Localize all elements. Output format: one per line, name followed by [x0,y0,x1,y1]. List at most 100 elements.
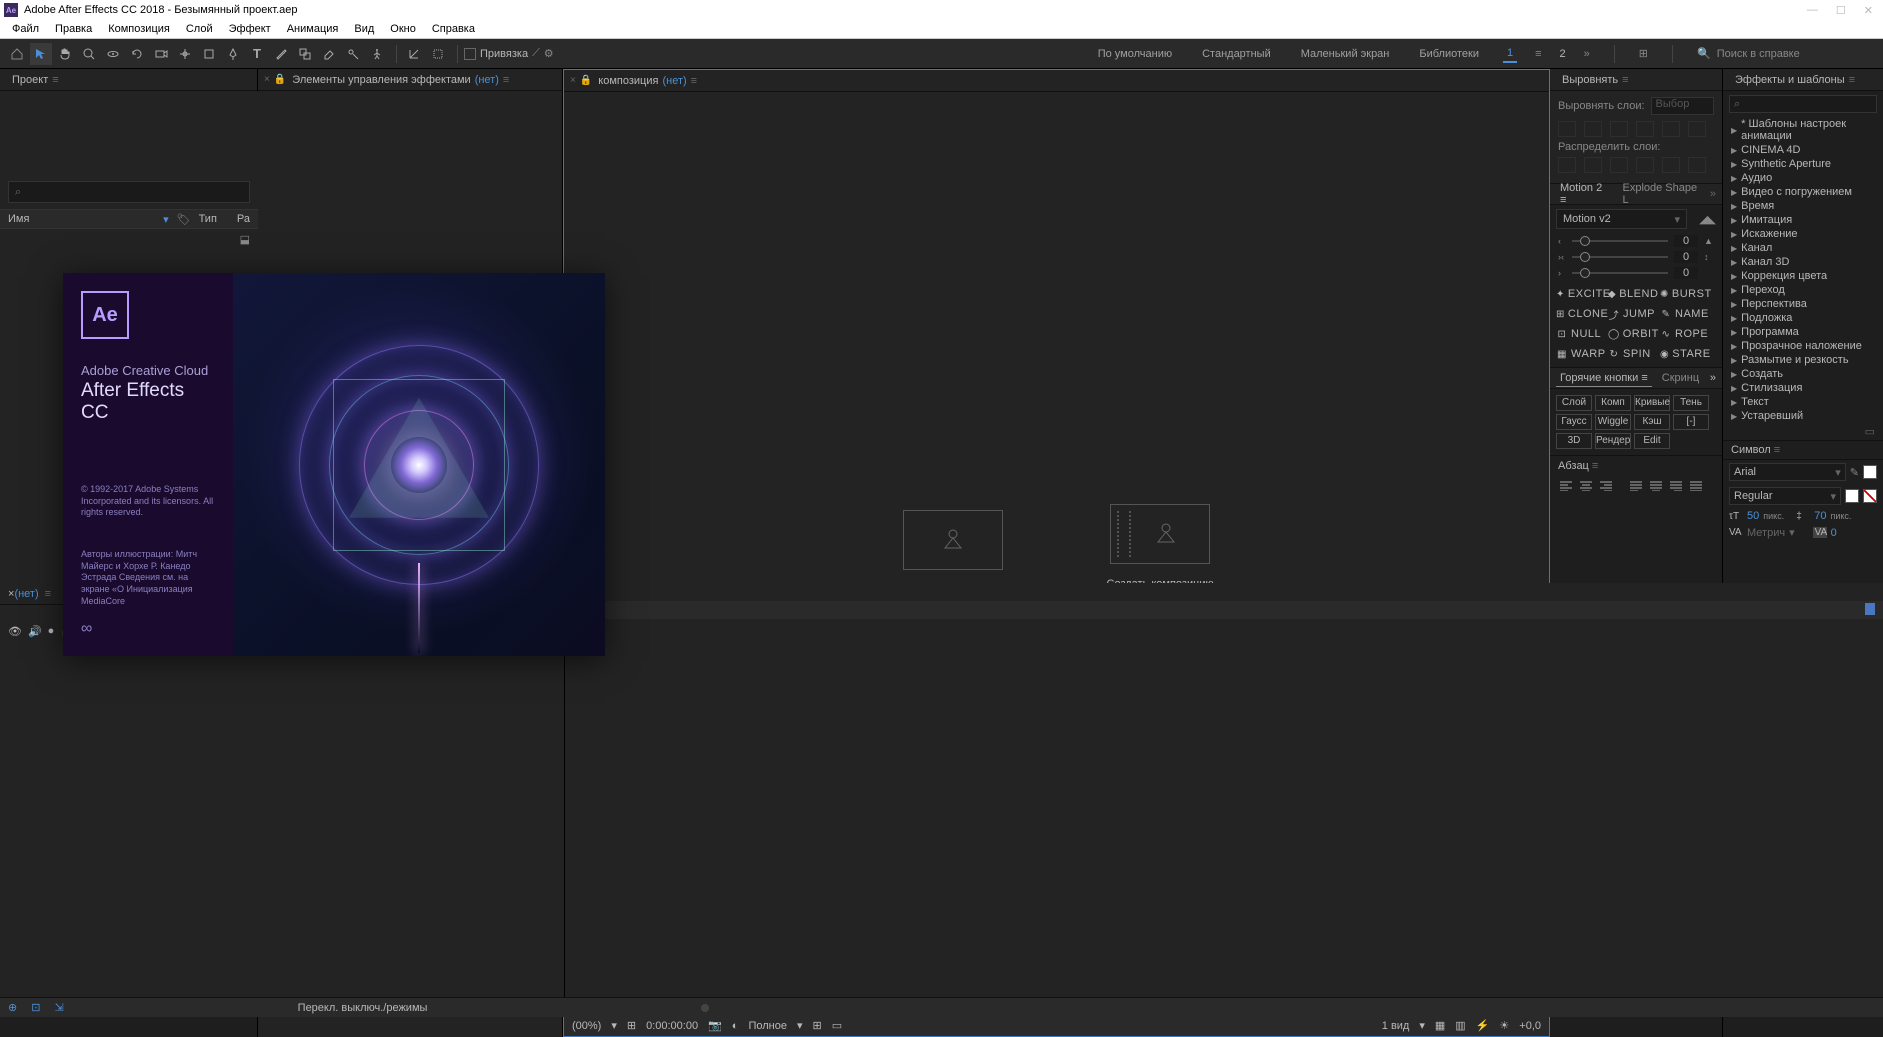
timeline-tab[interactable]: (нет) [14,588,38,600]
burst-button[interactable]: ✺BURST [1660,285,1710,303]
blend-button[interactable]: ◆BLEND [1608,285,1658,303]
workspace-libraries[interactable]: Библиотеки [1413,44,1485,64]
panel-menu-icon[interactable]: ≡ [503,74,508,86]
hk-3d[interactable]: 3D [1556,433,1592,449]
justify-all-icon[interactable] [1688,479,1704,493]
hotkeys-tab[interactable]: Горячие кнопки ≡ [1556,370,1652,387]
workspace-default[interactable]: По умолчанию [1092,44,1178,64]
font-size-value[interactable]: 50 [1747,510,1759,522]
align-left-icon[interactable] [1558,121,1576,137]
panel-menu-icon[interactable]: ≡ [691,75,696,87]
motion-slider-2[interactable]: ›‹ 0 ↕ [1550,249,1722,265]
zoom-tool[interactable] [78,43,100,65]
col-type[interactable]: Тип [199,213,217,225]
local-axis-tool[interactable] [403,43,425,65]
resolution-value[interactable]: Полное [748,1020,787,1032]
fast-icon[interactable]: ⚡ [1476,1019,1490,1032]
overflow-icon[interactable]: » [1710,372,1716,384]
fx-cat[interactable]: ▶Время [1723,199,1883,213]
mask-tool[interactable] [427,43,449,65]
hand-tool[interactable] [54,43,76,65]
time-value[interactable]: 0:00:00:00 [646,1020,698,1032]
roto-tool[interactable] [342,43,364,65]
fx-cat[interactable]: ▶Стилизация [1723,381,1883,395]
interpret-icon[interactable]: ⬓ [240,233,250,246]
character-tab[interactable]: Символ ≡ [1731,444,1780,456]
minimize-button[interactable]: — [1807,4,1818,16]
fx-cat[interactable]: ▶Имитация [1723,213,1883,227]
overflow-icon[interactable]: » [1710,188,1716,200]
channel-icon[interactable]: ◐ [732,1020,739,1032]
label-icon[interactable]: 🏷 [177,213,191,226]
motion-slider-3[interactable]: › 0 [1550,265,1722,281]
zoom-value[interactable]: (00%) [572,1020,601,1032]
link-icon[interactable]: ↕ [1704,252,1714,262]
col-size[interactable]: Ра [237,213,250,225]
fx-cat[interactable]: ▶Программа [1723,325,1883,339]
orbit-tool[interactable] [102,43,124,65]
dist-3-icon[interactable] [1610,157,1628,173]
rope-button[interactable]: ∿ROPE [1660,325,1710,343]
fx-cat[interactable]: ▶Устаревший [1723,409,1883,423]
workspace-1[interactable]: 1 [1503,45,1517,63]
font-style-select[interactable]: Regular▾ [1729,487,1841,505]
col-name[interactable]: Имя [8,213,163,225]
menu-composition[interactable]: Композиция [100,23,178,35]
view-count[interactable]: 1 вид [1382,1020,1410,1032]
fx-cat[interactable]: ▶* Шаблоны настроек анимации [1723,117,1883,143]
null-button[interactable]: ⊡NULL [1556,325,1606,343]
hk-shadow[interactable]: Тень [1673,395,1709,411]
shape-tool[interactable] [198,43,220,65]
screen-tab[interactable]: Скринц [1662,372,1699,384]
font-family-select[interactable]: Arial▾ [1729,463,1846,481]
menu-layer[interactable]: Слой [178,23,221,35]
snap-checkbox[interactable] [464,48,476,60]
dropdown-icon[interactable]: ▾ [1419,1019,1425,1032]
menu-edit[interactable]: Правка [47,23,100,35]
fx-cat[interactable]: ▶Канал [1723,241,1883,255]
justify-left-icon[interactable] [1628,479,1644,493]
workspace-standard[interactable]: Стандартный [1196,44,1277,64]
fx-cat[interactable]: ▶CINEMA 4D [1723,143,1883,157]
hk-comp[interactable]: Комп [1595,395,1631,411]
audio-icon[interactable]: 🔊 [28,625,42,638]
stare-button[interactable]: ◉STARE [1660,345,1710,363]
eyedropper-icon[interactable]: ✎ [1850,466,1859,479]
hk-gauss[interactable]: Гаусс [1556,414,1592,430]
motion2-tab[interactable]: Motion 2 ≡ [1556,180,1611,208]
solo-icon[interactable]: ● [48,625,55,637]
motion-slider-1[interactable]: ‹ 0 ▲ [1550,233,1722,249]
text-tool[interactable]: T [246,43,268,65]
workspace-1-menu-icon[interactable]: ≡ [1535,48,1541,60]
fx-cat[interactable]: ▶Размытие и резкость [1723,353,1883,367]
align-bottom-icon[interactable] [1688,121,1706,137]
align-left-icon[interactable] [1558,479,1574,493]
menu-help[interactable]: Справка [424,23,483,35]
align-tab[interactable]: Выровнять≡ [1556,72,1634,88]
align-vcenter-icon[interactable] [1662,121,1680,137]
explode-tab[interactable]: Explode Shape L [1619,180,1702,208]
close-tab-icon[interactable]: × [570,75,576,86]
fx-cat[interactable]: ▶Искажение [1723,227,1883,241]
exposure-value[interactable]: +0,0 [1519,1020,1541,1032]
menu-file[interactable]: Файл [4,23,47,35]
dist-5-icon[interactable] [1662,157,1680,173]
clone-tool[interactable] [294,43,316,65]
lock-icon[interactable]: 🔒 [580,75,592,86]
maximize-button[interactable]: ☐ [1836,4,1846,17]
rotation-tool[interactable] [126,43,148,65]
justify-center-icon[interactable] [1648,479,1664,493]
eraser-tool[interactable] [318,43,340,65]
timeline-ruler[interactable] [565,601,1883,619]
fx-cat[interactable]: ▶Коррекция цвета [1723,269,1883,283]
dropdown-icon[interactable]: ▾ [797,1019,803,1032]
effects-tab[interactable]: Эффекты и шаблоны≡ [1729,72,1860,88]
stroke-swatch-2[interactable] [1863,489,1877,503]
fx-cat[interactable]: ▶Аудио [1723,171,1883,185]
menu-effect[interactable]: Эффект [221,23,279,35]
workspace-small[interactable]: Маленький экран [1295,44,1396,64]
motion-preset-select[interactable]: Motion v2▾ [1556,209,1687,229]
camera-tool[interactable] [150,43,172,65]
spin-button[interactable]: ↻SPIN [1608,345,1658,363]
stroke-swatch-1[interactable] [1845,489,1859,503]
